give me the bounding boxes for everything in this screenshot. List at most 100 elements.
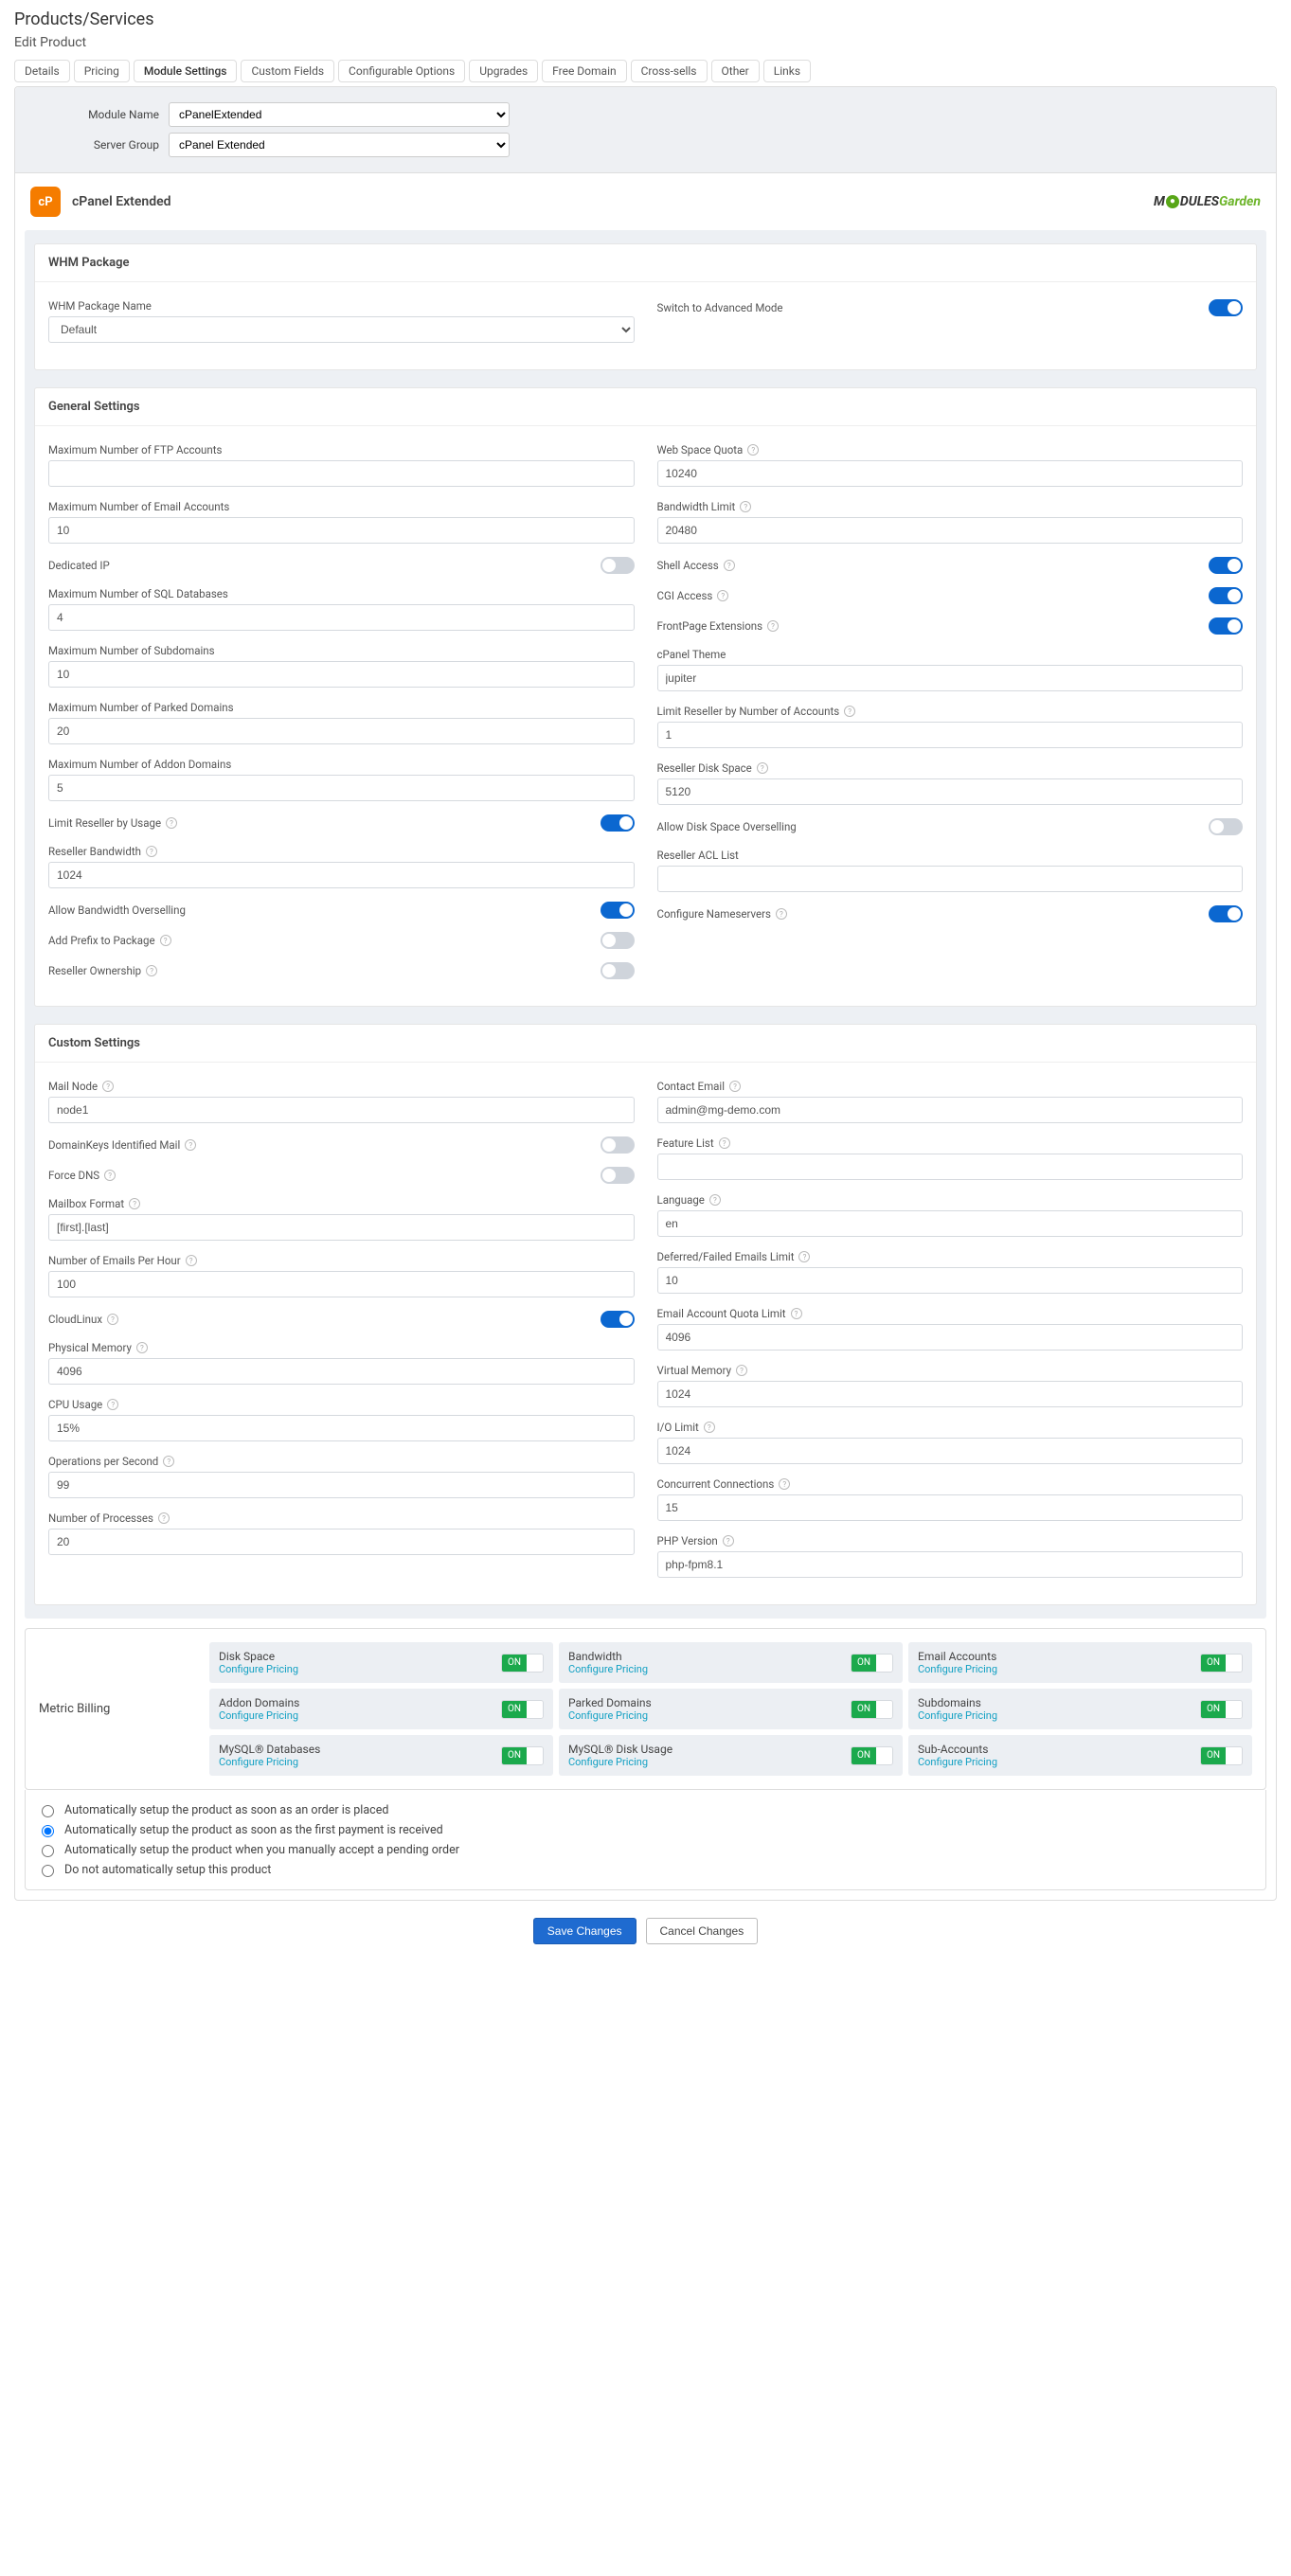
ops-input[interactable] [48, 1472, 635, 1498]
configure-pricing-link[interactable]: Configure Pricing [219, 1756, 320, 1768]
cloudlinux-toggle[interactable] [601, 1311, 635, 1328]
force-dns-toggle[interactable] [601, 1167, 635, 1184]
tab-upgrades[interactable]: Upgrades [469, 60, 538, 82]
eaq-input[interactable] [657, 1324, 1244, 1351]
configure-pricing-link[interactable]: Configure Pricing [219, 1663, 298, 1675]
help-icon: ? [107, 1399, 118, 1410]
metric-on-toggle[interactable]: ON [501, 1746, 544, 1765]
np-input[interactable] [48, 1529, 635, 1555]
tab-other[interactable]: Other [711, 60, 760, 82]
metric-on-toggle[interactable]: ON [1200, 1654, 1243, 1673]
server-group-label: Server Group [27, 138, 169, 152]
configure-ns-toggle[interactable] [1209, 905, 1243, 922]
neph-label: Number of Emails Per Hour? [48, 1254, 635, 1267]
auto-setup-manual[interactable]: Automatically setup the product when you… [37, 1842, 1254, 1857]
tab-links[interactable]: Links [763, 60, 811, 82]
help-icon: ? [844, 706, 855, 717]
adso-toggle[interactable] [1209, 818, 1243, 835]
metric-on-toggle[interactable]: ON [1200, 1700, 1243, 1719]
language-input[interactable] [657, 1210, 1244, 1237]
mailnode-input[interactable] [48, 1097, 635, 1123]
cancel-button[interactable]: Cancel Changes [646, 1918, 759, 1944]
limit-reseller-usage-toggle[interactable] [601, 814, 635, 832]
racl-input[interactable] [657, 866, 1244, 892]
help-icon: ? [798, 1251, 810, 1262]
advanced-mode-toggle[interactable] [1209, 299, 1243, 316]
configure-pricing-link[interactable]: Configure Pricing [568, 1756, 672, 1768]
ftp-input[interactable] [48, 460, 635, 487]
vm-input[interactable] [657, 1381, 1244, 1407]
tab-details[interactable]: Details [14, 60, 70, 82]
tab-pricing[interactable]: Pricing [74, 60, 130, 82]
addon-input[interactable] [48, 775, 635, 801]
allow-bw-oversell-toggle[interactable] [601, 902, 635, 919]
auto-setup-payment[interactable]: Automatically setup the product as soon … [37, 1822, 1254, 1837]
metric-on-toggle[interactable]: ON [851, 1654, 893, 1673]
metric-on-toggle[interactable]: ON [501, 1700, 544, 1719]
contact-email-input[interactable] [657, 1097, 1244, 1123]
whm-package-name-select[interactable]: Default [48, 316, 635, 343]
prefix-toggle[interactable] [601, 932, 635, 949]
configure-pricing-link[interactable]: Configure Pricing [568, 1663, 648, 1675]
metric-on-toggle[interactable]: ON [501, 1654, 544, 1673]
configure-pricing-link[interactable]: Configure Pricing [568, 1709, 652, 1722]
cgi-toggle[interactable] [1209, 587, 1243, 604]
general-settings-card: General Settings Maximum Number of FTP A… [34, 387, 1257, 1007]
metric-item: BandwidthConfigure PricingON [559, 1642, 903, 1683]
help-icon: ? [107, 1314, 118, 1325]
tab-configurable-options[interactable]: Configurable Options [338, 60, 465, 82]
lra-input[interactable] [657, 722, 1244, 748]
bw-input[interactable] [657, 517, 1244, 544]
metric-on-toggle[interactable]: ON [1200, 1746, 1243, 1765]
module-name-select[interactable]: cPanelExtended [169, 102, 510, 127]
help-icon: ? [146, 846, 157, 857]
dkim-toggle[interactable] [601, 1136, 635, 1154]
tab-cross-sells[interactable]: Cross-sells [631, 60, 708, 82]
metric-on-toggle[interactable]: ON [851, 1746, 893, 1765]
sql-input[interactable] [48, 604, 635, 631]
mbf-input[interactable] [48, 1214, 635, 1241]
mailnode-label: Mail Node? [48, 1080, 635, 1093]
tab-custom-fields[interactable]: Custom Fields [241, 60, 334, 82]
cpu-input[interactable] [48, 1415, 635, 1441]
help-icon: ? [186, 1255, 197, 1266]
help-icon: ? [729, 1081, 741, 1092]
quota-input[interactable] [657, 460, 1244, 487]
tab-module-settings[interactable]: Module Settings [134, 60, 238, 82]
server-group-select[interactable]: cPanel Extended [169, 133, 510, 157]
help-icon: ? [740, 501, 751, 512]
help-icon: ? [136, 1342, 148, 1353]
metric-on-toggle[interactable]: ON [851, 1700, 893, 1719]
feature-list-input[interactable] [657, 1154, 1244, 1180]
help-icon: ? [104, 1170, 116, 1181]
tab-free-domain[interactable]: Free Domain [542, 60, 626, 82]
theme-input[interactable] [657, 665, 1244, 691]
auto-setup-order[interactable]: Automatically setup the product as soon … [37, 1802, 1254, 1817]
configure-pricing-link[interactable]: Configure Pricing [918, 1756, 997, 1768]
help-icon: ? [166, 817, 177, 829]
sub-input[interactable] [48, 661, 635, 688]
dedicated-ip-toggle[interactable] [601, 557, 635, 574]
help-icon: ? [719, 1137, 730, 1149]
metric-item: MySQL® DatabasesConfigure PricingON [209, 1735, 553, 1776]
email-acc-input[interactable] [48, 517, 635, 544]
dfe-input[interactable] [657, 1267, 1244, 1294]
configure-pricing-link[interactable]: Configure Pricing [918, 1663, 997, 1675]
pm-input[interactable] [48, 1358, 635, 1385]
rds-input[interactable] [657, 778, 1244, 805]
configure-pricing-link[interactable]: Configure Pricing [219, 1709, 299, 1722]
php-input[interactable] [657, 1551, 1244, 1578]
cpu-label: CPU Usage? [48, 1398, 635, 1411]
shell-toggle[interactable] [1209, 557, 1243, 574]
configure-pricing-link[interactable]: Configure Pricing [918, 1709, 997, 1722]
auto-setup-none[interactable]: Do not automatically setup this product [37, 1862, 1254, 1877]
reseller-ownership-toggle[interactable] [601, 962, 635, 979]
park-input[interactable] [48, 718, 635, 744]
reseller-bw-input[interactable] [48, 862, 635, 888]
neph-input[interactable] [48, 1271, 635, 1297]
frontpage-toggle[interactable] [1209, 617, 1243, 635]
help-icon: ? [146, 965, 157, 976]
io-input[interactable] [657, 1438, 1244, 1464]
save-button[interactable]: Save Changes [533, 1918, 637, 1944]
cc-input[interactable] [657, 1494, 1244, 1521]
